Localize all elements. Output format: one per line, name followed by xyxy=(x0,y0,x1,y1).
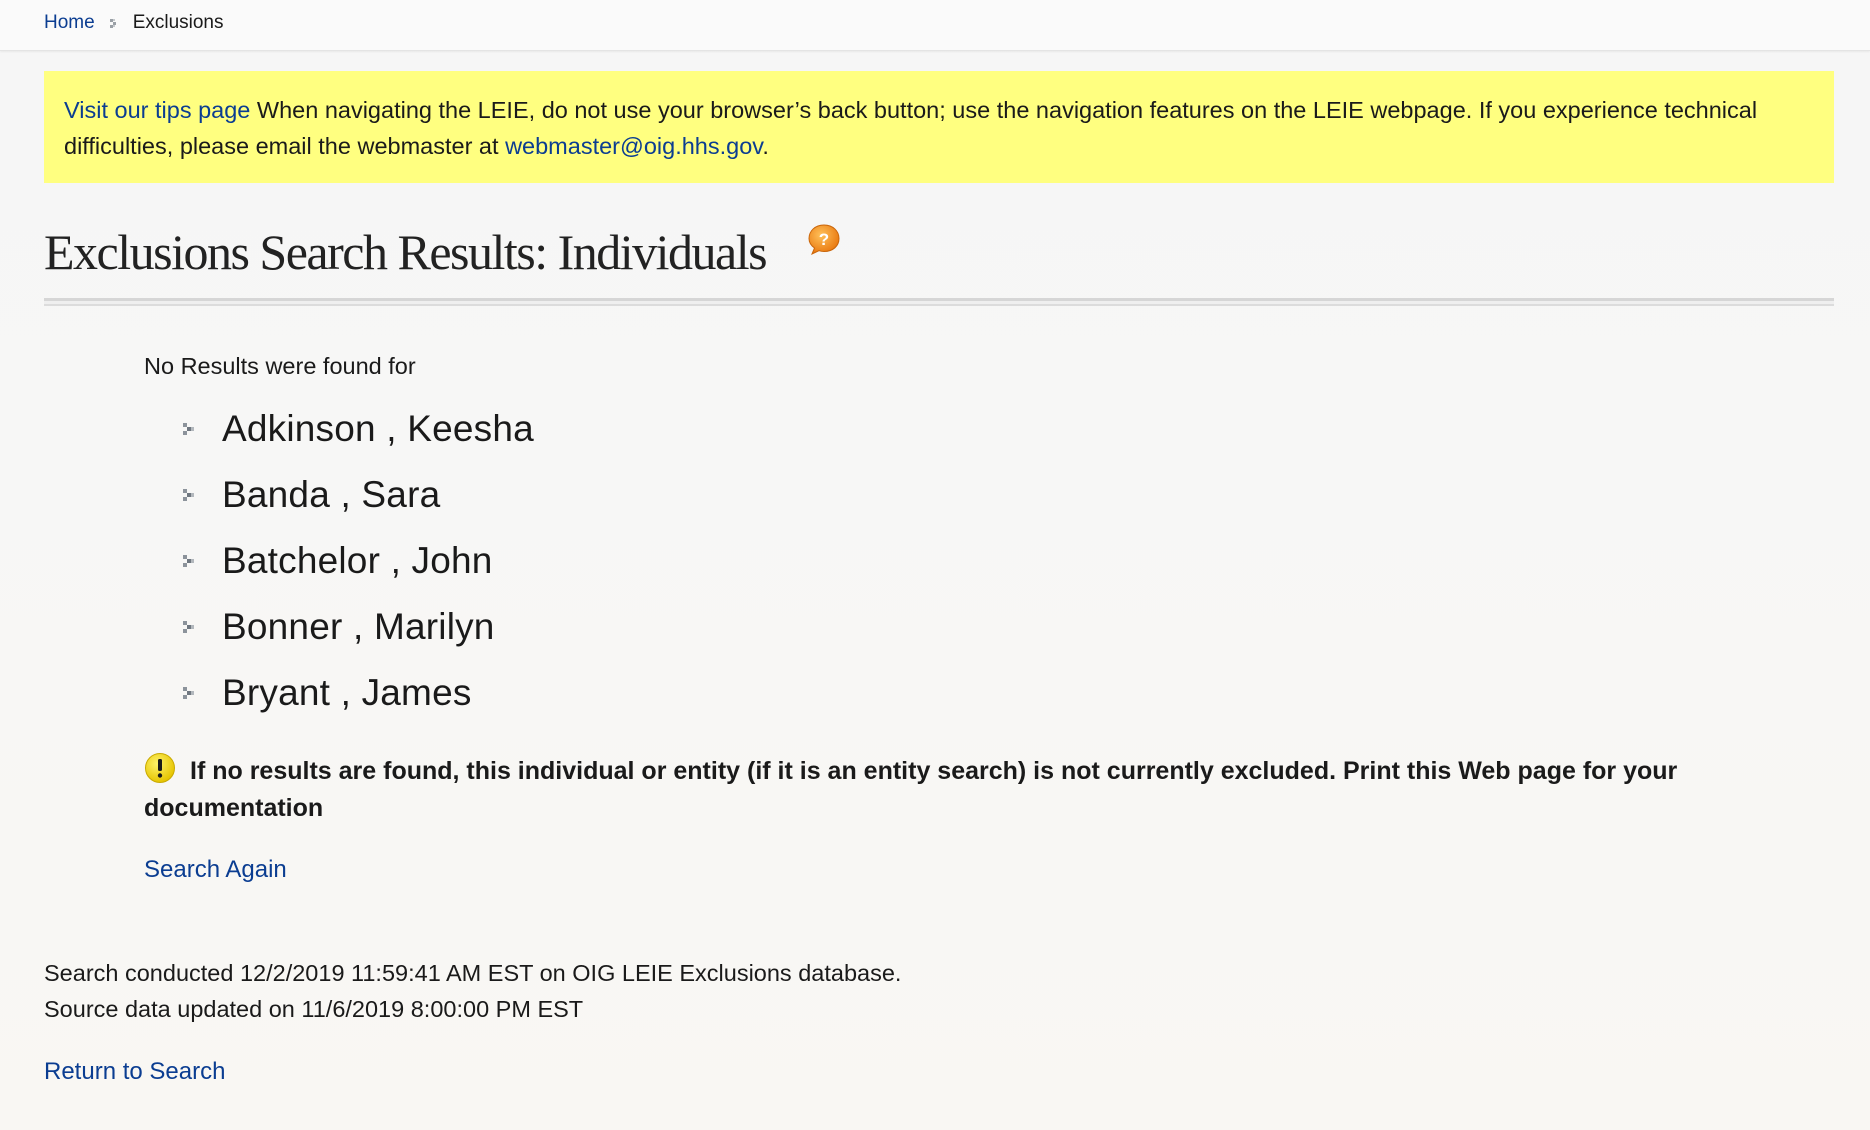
breadcrumb: Home Exclusions xyxy=(44,12,224,34)
notice-text: If no results are found, this individual… xyxy=(144,757,1678,822)
search-conducted-text: Search conducted 12/2/2019 11:59:41 AM E… xyxy=(44,960,902,986)
result-name: Bryant , James xyxy=(222,672,472,713)
tips-end: . xyxy=(762,133,769,159)
search-metadata: Search conducted 12/2/2019 11:59:41 AM E… xyxy=(44,955,901,1027)
result-name: Batchelor , John xyxy=(222,540,493,581)
tips-message: When navigating the LEIE, do not use you… xyxy=(64,97,1758,159)
chevron-right-icon xyxy=(183,621,194,633)
help-icon[interactable]: ? xyxy=(806,222,842,258)
list-item: Adkinson , Keesha xyxy=(182,396,534,462)
tips-banner: Visit our tips page When navigating the … xyxy=(44,71,1834,183)
list-item: Banda , Sara xyxy=(182,462,534,528)
source-updated-text: Source data updated on 11/6/2019 8:00:00… xyxy=(44,996,584,1022)
chevron-right-icon xyxy=(183,555,194,567)
search-again-link[interactable]: Search Again xyxy=(144,856,287,884)
breadcrumb-separator-icon xyxy=(109,19,116,28)
not-excluded-notice: If no results are found, this individual… xyxy=(144,752,1774,827)
breadcrumb-bar: Home Exclusions xyxy=(0,0,1870,51)
chevron-right-icon xyxy=(183,423,194,435)
list-item: Bryant , James xyxy=(182,660,534,726)
list-item: Batchelor , John xyxy=(182,528,534,594)
chevron-right-icon xyxy=(183,687,194,699)
breadcrumb-home-link[interactable]: Home xyxy=(44,12,95,34)
no-results-label: No Results were found for xyxy=(144,353,416,379)
breadcrumb-current: Exclusions xyxy=(132,12,224,33)
warning-icon xyxy=(145,753,175,783)
title-divider xyxy=(44,298,1834,306)
page-title: Exclusions Search Results: Individuals xyxy=(44,224,768,280)
return-to-search-link[interactable]: Return to Search xyxy=(44,1058,225,1086)
chevron-right-icon xyxy=(183,489,194,501)
svg-text:?: ? xyxy=(819,230,829,249)
result-name: Bonner , Marilyn xyxy=(222,606,495,647)
result-name: Banda , Sara xyxy=(222,474,441,515)
webmaster-email-link[interactable]: webmaster@oig.hhs.gov xyxy=(505,133,762,159)
list-item: Bonner , Marilyn xyxy=(182,594,534,660)
result-name: Adkinson , Keesha xyxy=(222,408,534,449)
results-list: Adkinson , Keesha Banda , Sara Batchelor… xyxy=(182,396,534,726)
tips-page-link[interactable]: Visit our tips page xyxy=(64,97,250,123)
